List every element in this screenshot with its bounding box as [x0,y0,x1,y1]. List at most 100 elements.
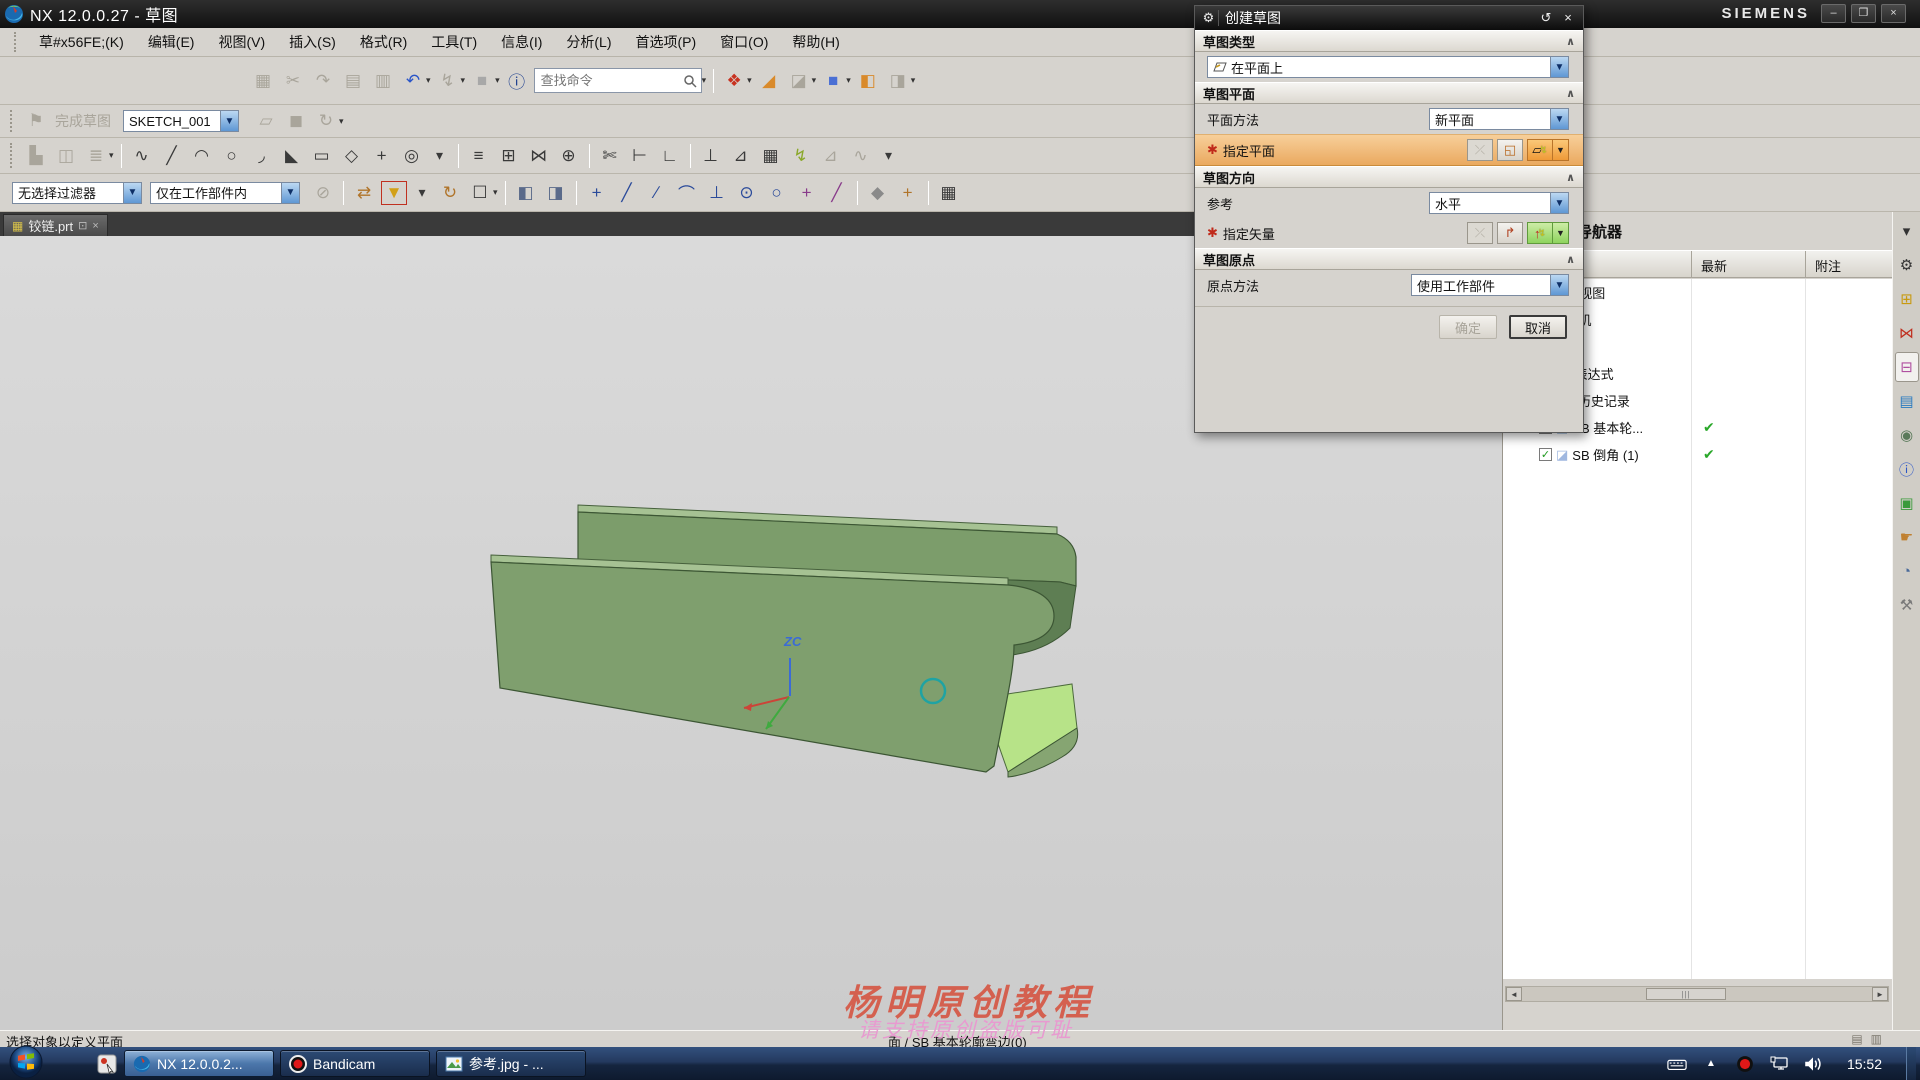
column-latest[interactable]: 最新 [1701,256,1727,275]
polygon-icon[interactable]: ◇ [339,144,365,168]
combo-arrow-icon[interactable]: ▼ [1550,57,1568,77]
snap-on-curve-icon[interactable]: ╱ [824,181,850,205]
collapse-chevron-icon[interactable]: ∧ [1566,87,1575,100]
snap-endpoint-icon[interactable]: ╱ [614,181,640,205]
menu-item-8[interactable]: 首选项(P) [624,29,709,55]
snap-perpendicular-icon[interactable]: ⊥ [704,181,730,205]
navigator-horizontal-scrollbar[interactable]: ◄ ||| ► [1505,986,1889,1002]
chamfer-icon[interactable]: ◣ [279,144,305,168]
point-icon[interactable]: + [369,144,395,168]
roller-gear-icon[interactable]: ⚙ [1895,250,1919,280]
plane-constructor-button[interactable]: ▱↯ [1527,139,1553,161]
menu-item-2[interactable]: 视图(V) [206,29,277,55]
shaded-view-cube-icon[interactable]: ■ [820,69,846,93]
clock[interactable]: 15:52 [1847,1056,1882,1072]
section-sketch-type[interactable]: 草图类型 ∧ [1195,30,1583,52]
mirror-curve-icon[interactable]: ⋈ [526,144,552,168]
combo-arrow-icon[interactable]: ▼ [1550,275,1568,295]
reuse-library-icon[interactable]: ▤ [1895,386,1919,416]
part-tab[interactable]: ▦ 铰链.prt ⊡ × [3,214,108,236]
part-navigator-icon[interactable]: ⊟ [1895,352,1919,382]
display-constraints-icon[interactable]: ▦ [758,144,784,168]
show-desktop-button[interactable] [1906,1047,1916,1080]
node-label[interactable]: SB 倒角 (1) [1572,445,1638,464]
collapse-chevron-icon[interactable]: ∧ [1566,35,1575,48]
dialog-reset-icon[interactable]: ↺ [1535,9,1557,27]
constraint-navigator-icon[interactable]: ⋈ [1895,318,1919,348]
cancel-button[interactable]: 取消 [1509,315,1567,339]
shaded-view-cube-dropdown-icon[interactable]: ▾ [846,75,851,86]
sketch-display-icon[interactable]: ◢ [756,69,782,93]
minimize-button[interactable]: – [1821,4,1846,23]
status-notes-icon[interactable]: ▥ [1871,1032,1882,1046]
section-view-alt-dropdown-icon[interactable]: ▾ [911,75,916,86]
collapse-chevron-icon[interactable]: ∧ [1566,171,1575,184]
machining-wizard-icon[interactable]: ⚒ [1895,590,1919,620]
scroll-right-icon[interactable]: ► [1872,987,1888,1001]
dialog-close-icon[interactable]: × [1557,9,1579,27]
rectangle-icon[interactable]: ▭ [309,144,335,168]
section-sketch-plane[interactable]: 草图平面 ∧ [1195,82,1583,104]
undo-icon[interactable]: ↶ [400,69,426,93]
intersection-point-icon[interactable]: ⊕ [556,144,582,168]
property-info-icon[interactable]: ⓘ [504,69,530,93]
menu-item-3[interactable]: 插入(S) [277,29,348,55]
menu-item-4[interactable]: 格式(R) [348,29,419,55]
assembly-navigator-icon[interactable]: ⊞ [1895,284,1919,314]
combo-arrow-icon[interactable]: ▼ [1550,109,1568,129]
pattern-curve-icon[interactable]: ⊞ [496,144,522,168]
column-comments[interactable]: 附注 [1815,256,1841,275]
rapid-dimension-icon[interactable]: ⊿ [728,144,754,168]
search-dropdown-icon[interactable]: ▾ [702,75,707,86]
filter-plus-icon[interactable]: ▼ [381,181,407,205]
taskbar-button-bandicam[interactable]: Bandicam [280,1050,430,1077]
menu-item-0[interactable]: 草#x56FE;(K) [27,29,136,55]
menu-item-5[interactable]: 工具(T) [419,29,489,55]
collapse-chevron-icon[interactable]: ∧ [1566,253,1575,266]
touch-roles-icon[interactable]: ☛ [1895,522,1919,552]
ellipse-icon[interactable]: ◎ [399,144,425,168]
scroll-left-icon[interactable]: ◄ [1506,987,1522,1001]
quick-extend-icon[interactable]: ⊢ [627,144,653,168]
fillet-icon[interactable]: ◞ [249,144,275,168]
allow-selection-icon[interactable]: ⇄ [351,181,377,205]
desktop-shortcut-icon[interactable] [96,1053,118,1075]
circle-icon[interactable]: ○ [219,144,245,168]
menu-item-6[interactable]: 信息(I) [489,29,554,55]
network-tray-icon[interactable] [1769,1055,1789,1073]
snap-tangent-icon[interactable]: ⌒ [674,181,700,205]
vector-options-arrow-icon[interactable]: ▼ [1553,222,1569,244]
tray-expand-icon[interactable]: ▲ [1701,1055,1721,1073]
snap-arc-center-icon[interactable]: ⊙ [734,181,760,205]
vector-constructor-button[interactable]: ↑↯ [1527,222,1553,244]
snap-intersection-icon[interactable]: + [794,181,820,205]
make-corner-icon[interactable]: ∟ [657,144,683,168]
lasso-dropdown-icon[interactable]: ▾ [493,187,498,198]
panel-overflow-icon[interactable]: ▾ [1895,216,1919,246]
close-button[interactable]: × [1881,4,1906,23]
snap-midpoint-icon[interactable]: ∕ [644,181,670,205]
reference-combo[interactable]: 水平 ▼ [1429,192,1569,214]
menu-item-7[interactable]: 分析(L) [554,29,623,55]
finish-sketch-label[interactable]: 完成草图 [55,111,111,131]
plane-dialog-button[interactable]: ◱ [1497,139,1523,161]
selection-scope-combo[interactable]: 仅在工作部件内 ▼ [150,182,300,204]
volume-tray-icon[interactable] [1803,1055,1823,1073]
sheet-operation-dropdown-icon[interactable]: ▾ [812,75,817,86]
snap-point-icon[interactable]: + [584,181,610,205]
shaded-style-icon[interactable]: ◧ [513,181,539,205]
bandicam-tray-icon[interactable] [1735,1055,1755,1073]
undo-dropdown-icon[interactable]: ▾ [426,75,431,86]
fit-view-icon[interactable]: ❖ [721,69,747,93]
combo-arrow-icon[interactable]: ▼ [123,183,141,203]
hd3d-tools-icon[interactable]: ◉ [1895,420,1919,450]
command-finder[interactable] [534,68,702,93]
more-sketch-tools-icon[interactable]: ▾ [878,144,900,168]
menu-item-9[interactable]: 窗口(O) [708,29,780,55]
auto-constrain-icon[interactable]: ↯ [788,144,814,168]
combo-arrow-icon[interactable]: ▼ [220,111,238,131]
combo-arrow-icon[interactable]: ▼ [1550,193,1568,213]
information-icon[interactable]: ⓘ [1895,454,1919,484]
redo-dropdown-icon[interactable]: ▾ [461,75,466,86]
color-swatch-dropdown-icon[interactable]: ▾ [495,75,500,86]
